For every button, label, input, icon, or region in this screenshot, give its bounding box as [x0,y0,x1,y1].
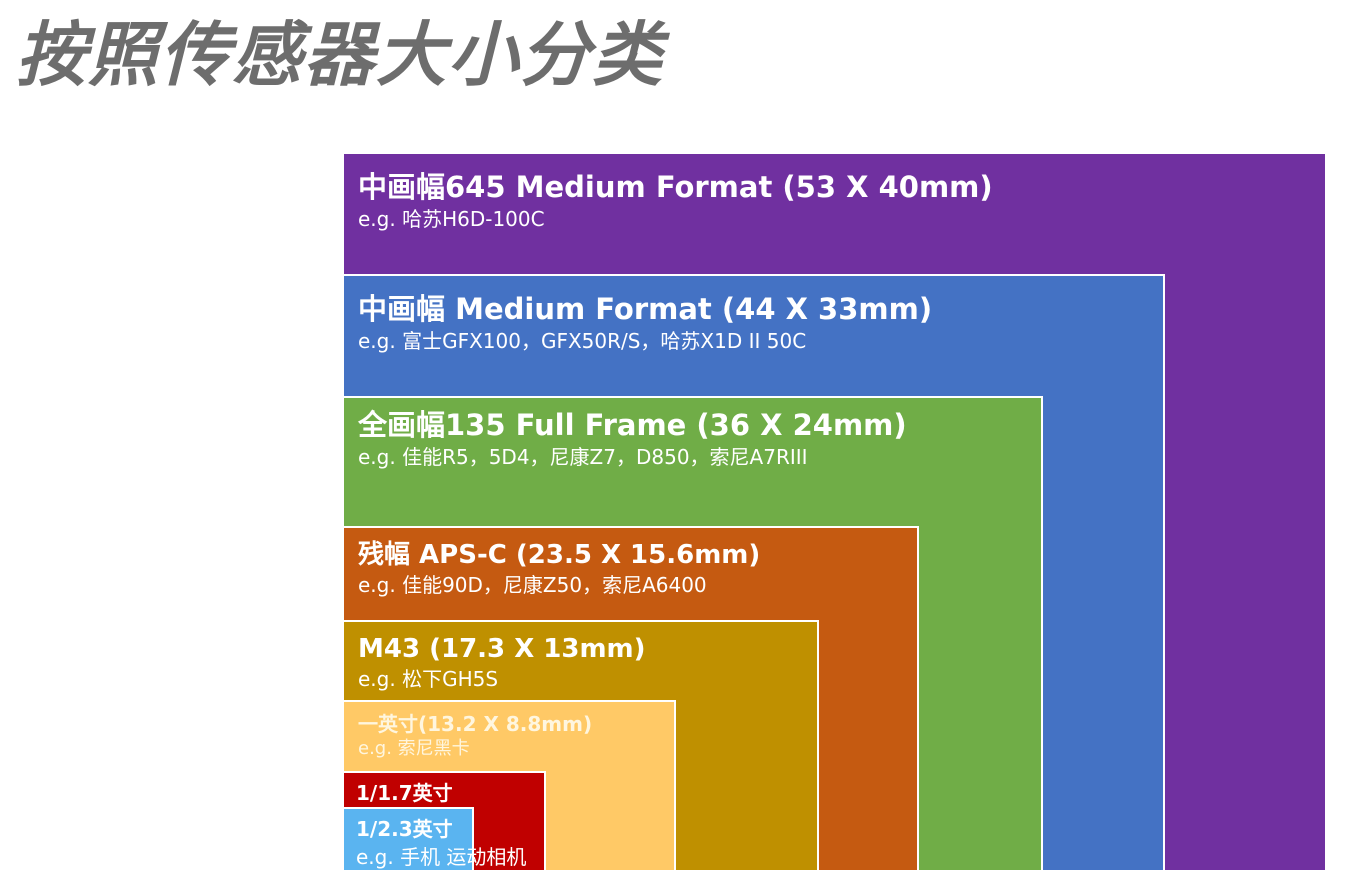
sensor-label: 1/1.7英寸 [356,781,453,805]
sensor-example: e.g. 富士GFX100，GFX50R/S，哈苏X1D II 50C [358,328,807,353]
sensor-label: 中画幅645 Medium Format (53 X 40mm) [358,170,993,204]
sensor-example: e.g. 佳能R5，5D4，尼康Z7，D850，索尼A7RIII [358,444,808,469]
sensor-example: e.g. 手机 运动相机 [356,845,527,869]
sensor-label: M43 (17.3 X 13mm) [358,634,646,664]
sensor-label: 1/2.3英寸 [356,817,453,841]
sensor-label: 一英寸(13.2 X 8.8mm) [358,712,593,736]
sensor-label: 中画幅 Medium Format (44 X 33mm) [358,292,933,326]
page-title: 按照传感器大小分类 [16,14,664,96]
sensor-1-2-3-inch: 1/2.3英寸 e.g. 手机 运动相机 [342,807,527,872]
sensor-example: e.g. 哈苏H6D-100C [358,206,545,231]
sensor-label: 残幅 APS-C (23.5 X 15.6mm) [358,540,761,570]
sensor-example: e.g. 索尼黑卡 [358,738,470,759]
sensor-label: 全画幅135 Full Frame (36 X 24mm) [358,408,907,442]
sensor-example: e.g. 松下GH5S [358,667,499,692]
sensor-example: e.g. 佳能90D，尼康Z50，索尼A6400 [358,573,707,598]
